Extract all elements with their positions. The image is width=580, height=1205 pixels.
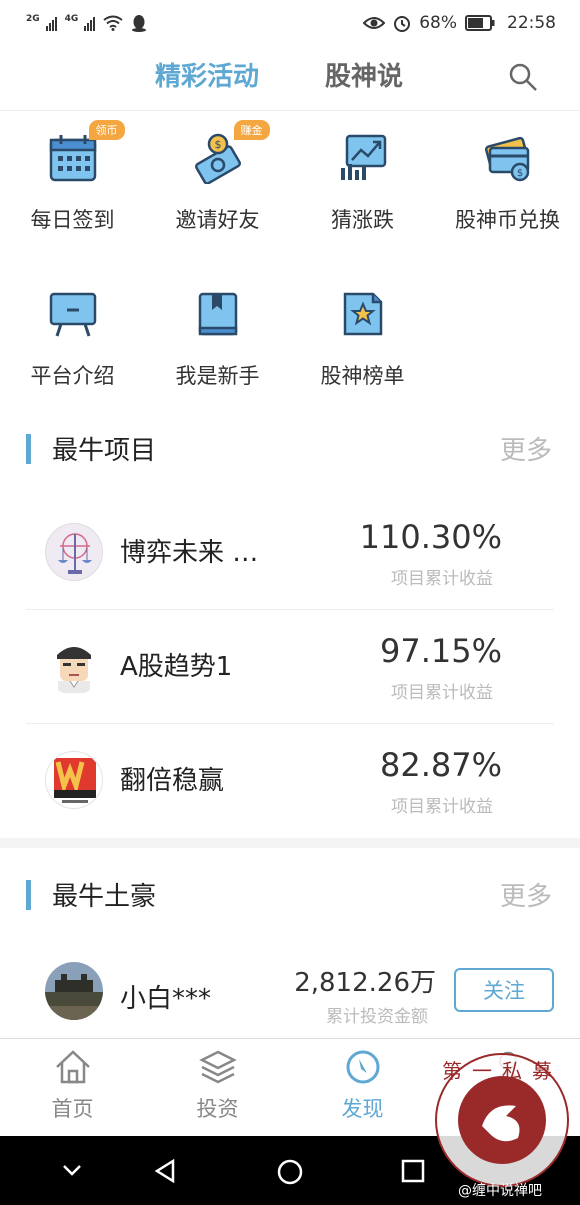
project-name: 博弈未来 … <box>120 538 259 568</box>
coin-badge: 领币 <box>88 120 125 140</box>
chevron-down-icon[interactable] <box>60 1158 84 1182</box>
top-projects-more-link[interactable]: 更多 <box>500 430 552 467</box>
recent-apps-icon[interactable] <box>400 1158 426 1184</box>
top-investors-header: 最牛土豪 更多 <box>0 864 580 924</box>
home-icon <box>55 1050 90 1084</box>
project-name: A股趋势1 <box>120 652 233 682</box>
signal-icon <box>45 15 57 31</box>
battery-icon <box>465 15 495 31</box>
project-avatar <box>45 637 103 695</box>
guess-rise-fall-item[interactable]: 猜涨跌 <box>290 132 435 234</box>
coin-exchange-label: 股神币兑换 <box>455 208 560 232</box>
tab-home[interactable]: 首页 <box>0 1049 145 1123</box>
guess-rise-fall-label: 猜涨跌 <box>331 208 394 232</box>
layers-icon <box>198 1050 237 1084</box>
investor-name: 小白*** <box>120 984 212 1014</box>
search-icon[interactable] <box>508 62 538 92</box>
svg-text:第一私募: 第一私募 <box>442 1059 562 1083</box>
eye-icon <box>363 17 386 29</box>
top-projects-title: 最牛项目 <box>52 436 157 466</box>
project-return-label: 项目累计收益 <box>391 797 493 817</box>
tab-home-label: 首页 <box>51 1097 94 1121</box>
svg-text:$: $ <box>214 138 221 151</box>
tab-stock-god-says[interactable]: 股神说 <box>325 56 403 93</box>
section-gap <box>0 838 580 848</box>
section-accent-bar <box>26 880 31 910</box>
project-return-label: 项目累计收益 <box>391 683 493 703</box>
svg-text:$: $ <box>516 168 522 179</box>
platform-intro-label: 平台介绍 <box>30 364 115 388</box>
status-bar: 2G 4G 68% 22:58 <box>0 0 580 46</box>
watermark-seal: 第一私募 <box>435 1053 569 1187</box>
project-return: 82.87% <box>379 746 502 784</box>
alarm-icon <box>394 16 411 32</box>
castle-photo-avatar-icon <box>45 962 103 1020</box>
clock: 22:58 <box>507 13 556 33</box>
top-projects-header: 最牛项目 更多 <box>0 418 580 478</box>
investor-row[interactable]: 小白*** 2,812.26万 累计投资金额 关注 <box>26 938 554 1038</box>
home-circle-icon[interactable] <box>276 1158 304 1186</box>
project-return: 97.15% <box>379 632 502 670</box>
tab-featured-activities[interactable]: 精彩活动 <box>155 56 259 93</box>
daily-signin-label: 每日签到 <box>30 208 115 232</box>
network-type-1: 2G <box>26 14 40 24</box>
coin-exchange-item[interactable]: $ 股神币兑换 <box>435 132 580 234</box>
project-name: 翻倍稳赢 <box>120 766 225 796</box>
book-icon <box>198 292 237 336</box>
ranking-label: 股神榜单 <box>320 364 405 388</box>
tab-invest-label: 投资 <box>196 1097 239 1121</box>
ranking-item[interactable]: 股神榜单 <box>290 288 435 390</box>
billboard-icon <box>49 292 96 337</box>
w-logo-icon <box>54 758 96 803</box>
invite-friends-label: 邀请好友 <box>175 208 260 232</box>
scales-logo-icon <box>58 533 92 574</box>
investor-avatar <box>45 962 103 1020</box>
newbie-item[interactable]: 我是新手 <box>145 288 290 390</box>
investor-amount: 2,812.26万 <box>294 968 436 998</box>
card-coin-icon: $ <box>484 136 529 182</box>
project-row[interactable]: 翻倍稳赢 82.87% 项目累计收益 <box>26 724 554 838</box>
project-row[interactable]: 博弈未来 … 110.30% 项目累计收益 <box>26 496 554 610</box>
battery-percent: 68% <box>419 13 457 33</box>
platform-intro-item[interactable]: 平台介绍 <box>0 288 145 390</box>
qq-icon <box>132 15 147 32</box>
investor-amount-label: 累计投资金额 <box>326 1007 428 1027</box>
cartoon-man-avatar-icon <box>57 647 91 693</box>
project-return: 110.30% <box>359 518 502 556</box>
newbie-label: 我是新手 <box>175 364 260 388</box>
earn-badge: 赚金 <box>233 120 270 140</box>
signal-icon-2 <box>84 15 96 31</box>
project-avatar <box>45 751 103 809</box>
project-avatar <box>45 523 103 581</box>
section-accent-bar <box>26 434 31 464</box>
tab-discover[interactable]: 发现 <box>290 1049 435 1123</box>
project-return-label: 项目累计收益 <box>391 569 493 589</box>
top-investors-title: 最牛土豪 <box>52 882 157 912</box>
back-icon[interactable] <box>152 1158 178 1184</box>
invite-friends-item[interactable]: $ 赚金 邀请好友 <box>145 120 290 234</box>
network-type-2: 4G <box>64 14 79 24</box>
top-investors-more-link[interactable]: 更多 <box>500 876 552 913</box>
compass-icon <box>346 1050 379 1084</box>
trend-chart-icon <box>340 134 386 180</box>
tab-discover-label: 发现 <box>341 1097 384 1121</box>
star-doc-icon <box>343 292 382 336</box>
top-header: 精彩活动 股神说 <box>0 46 580 111</box>
watermark-caption: @缠中说禅吧 <box>458 1183 542 1199</box>
tab-invest[interactable]: 投资 <box>145 1049 290 1123</box>
daily-signin-item[interactable]: 领币 每日签到 <box>0 120 145 234</box>
follow-button[interactable]: 关注 <box>454 968 554 1012</box>
project-row[interactable]: A股趋势1 97.15% 项目累计收益 <box>26 610 554 724</box>
wifi-icon <box>103 15 123 31</box>
